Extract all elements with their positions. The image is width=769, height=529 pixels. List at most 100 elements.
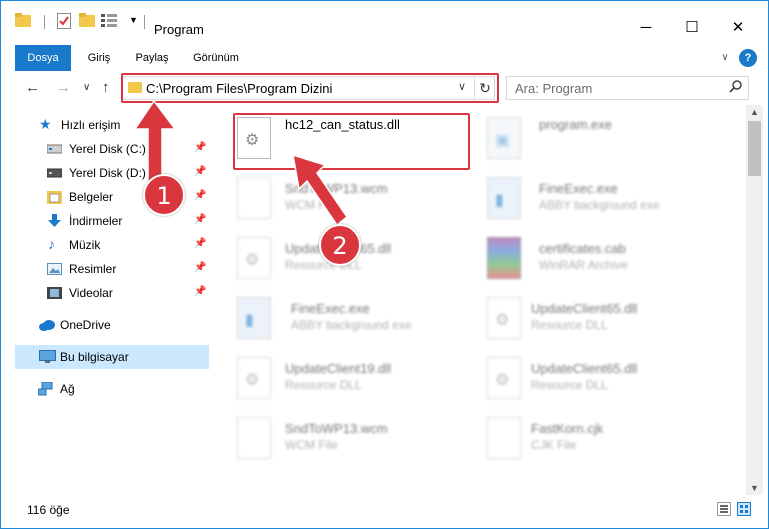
pin-icon[interactable]: 📌 [194, 262, 206, 273]
scroll-down-icon[interactable]: ▼ [750, 483, 759, 493]
up-button[interactable]: ↑ [102, 79, 110, 96]
sidebar-item-label: Videolar [69, 286, 113, 300]
file-type: Resource DLL [531, 378, 608, 392]
file-name: FastKorn.cjk [531, 421, 604, 436]
maximize-button[interactable]: ☐ [669, 15, 715, 41]
properties-icon[interactable] [57, 13, 71, 32]
quick-access-dropdown-icon[interactable]: ▼ [129, 15, 138, 25]
sidebar-item-label: Resimler [69, 262, 117, 276]
file-tile[interactable]: FastKorn.cjk CJK File [485, 413, 715, 467]
file-type: Resource DLL [531, 318, 608, 332]
sidebar-item-downloads[interactable]: İndirmeler 📌 [1, 209, 209, 233]
scroll-thumb[interactable] [748, 121, 761, 176]
drive-icon [46, 166, 63, 180]
tab-file[interactable]: Dosya [15, 45, 71, 71]
file-tile[interactable]: ⚙ UpdateClient19.dll Resource DLL [235, 353, 465, 407]
download-icon [47, 214, 62, 228]
network-icon [37, 381, 55, 396]
details-view-icon[interactable] [717, 502, 731, 516]
search-input[interactable]: Ara: Program [515, 81, 592, 96]
blank-file-icon [487, 417, 521, 459]
star-icon: ★ [39, 116, 52, 132]
dll-gear-icon: ⚙ [487, 357, 521, 399]
tab-home[interactable]: Giriş [79, 45, 119, 71]
sidebar-item-label: Ağ [60, 382, 75, 396]
file-tile[interactable]: ▮ FineExec.exe ABBY background exe [235, 293, 465, 347]
recent-locations-button[interactable]: ∨ [83, 82, 90, 93]
sidebar-item-videos[interactable]: Videolar 📌 [1, 281, 209, 305]
close-button[interactable]: ✕ [715, 15, 761, 41]
file-type: WCM File [285, 438, 338, 452]
step-badge-1: 1 [143, 174, 185, 216]
minimize-button[interactable]: ─ [623, 15, 669, 41]
pin-icon[interactable]: 📌 [194, 142, 206, 153]
file-tile[interactable]: ▮ FineExec.exe ABBY background exe [485, 173, 715, 227]
exe-icon: ▮ [487, 177, 521, 219]
separator [44, 15, 45, 29]
file-type: WinRAR Archive [539, 258, 628, 272]
status-bar: 116 öğe [1, 496, 768, 528]
dll-gear-icon: ⚙ [237, 357, 271, 399]
file-tile[interactable]: SndToWP13.wcm WCM File [235, 413, 465, 467]
video-icon [47, 286, 62, 300]
forward-button[interactable]: → [56, 79, 71, 96]
archive-icon [487, 237, 521, 279]
sidebar-item-label: Müzik [69, 238, 101, 252]
sidebar-item-label: Hızlı erişim [61, 118, 121, 132]
pictures-icon [47, 262, 62, 276]
ribbon: Dosya Giriş Paylaş Görünüm ∨ ? [1, 45, 768, 72]
sidebar-item-network[interactable]: Ağ [1, 377, 209, 401]
folder-icon [15, 13, 31, 30]
explorer-window: ▼ Program ─ ☐ ✕ Dosya Giriş Paylaş Görün… [0, 0, 769, 529]
pin-icon[interactable]: 📌 [194, 238, 206, 249]
file-name: UpdateClient65.dll [531, 361, 638, 376]
scroll-up-icon[interactable]: ▲ [750, 107, 759, 117]
computer-icon [39, 350, 56, 364]
file-name: UpdateClient65.dll [531, 301, 638, 316]
sidebar-item-label: Bu bilgisayar [60, 350, 129, 364]
blank-file-icon [237, 417, 271, 459]
back-button[interactable]: ← [25, 79, 40, 96]
file-tile[interactable]: certificates.cab WinRAR Archive [485, 233, 715, 287]
sidebar-item-this-pc[interactable]: Bu bilgisayar [15, 345, 209, 369]
view-options-icon[interactable] [101, 13, 117, 30]
file-name: certificates.cab [539, 241, 626, 256]
file-name: FineExec.exe [291, 301, 370, 316]
tab-share[interactable]: Paylaş [129, 45, 175, 71]
file-type: CJK File [531, 438, 577, 452]
file-type: ABBY background exe [291, 318, 412, 332]
window-title: Program [154, 22, 204, 37]
file-type: Resource DLL [285, 378, 362, 392]
file-tile[interactable]: ⚙ UpdateClient65.dll Resource DLL [485, 293, 715, 347]
ribbon-expand-icon[interactable]: ∨ [717, 45, 733, 71]
exe-icon: ▮ [237, 297, 271, 339]
pin-icon[interactable]: 📌 [194, 286, 206, 297]
pin-icon[interactable]: 📌 [194, 166, 206, 177]
help-icon[interactable]: ? [739, 49, 757, 67]
file-name: FineExec.exe [539, 181, 618, 196]
dll-gear-icon: ⚙ [237, 237, 271, 279]
file-type: ABBY background exe [539, 198, 660, 212]
search-icon[interactable] [729, 80, 742, 96]
search-box[interactable]: Ara: Program [506, 76, 749, 100]
music-icon: ♪ [48, 236, 55, 252]
blank-file-icon [237, 177, 271, 219]
sidebar-item-label: Belgeler [69, 190, 114, 204]
sidebar-item-pictures[interactable]: Resimler 📌 [1, 257, 209, 281]
new-folder-icon[interactable] [79, 13, 95, 30]
sidebar-item-onedrive[interactable]: OneDrive [1, 313, 209, 337]
pin-icon[interactable]: 📌 [194, 190, 206, 201]
item-count: 116 öğe [27, 503, 70, 517]
file-name: program.exe [539, 117, 612, 132]
sidebar-item-music[interactable]: ♪ Müzik 📌 [1, 233, 209, 257]
file-tile[interactable]: ⚙ UpdateClient65.dll Resource DLL [485, 353, 715, 407]
pin-icon[interactable]: 📌 [194, 214, 206, 225]
large-icons-view-icon[interactable] [737, 502, 751, 516]
vertical-scrollbar[interactable]: ▲ ▼ [746, 105, 763, 495]
sidebar-item-label: OneDrive [60, 318, 111, 332]
step-badge-2: 2 [319, 224, 361, 266]
file-tile[interactable]: ▣ program.exe [485, 113, 715, 167]
drive-icon [46, 142, 63, 156]
cloud-icon [38, 318, 56, 332]
tab-view[interactable]: Görünüm [187, 45, 245, 71]
